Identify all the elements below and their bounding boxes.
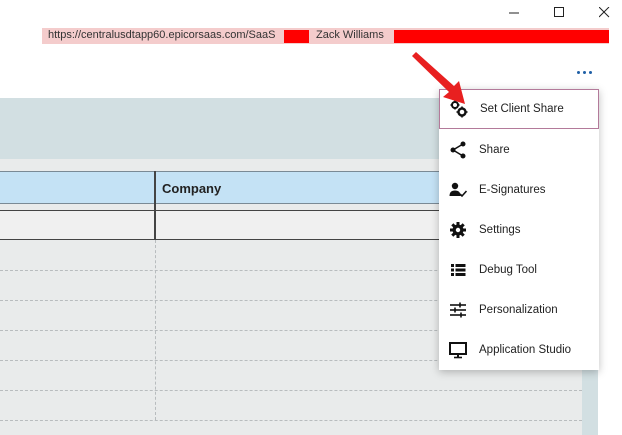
url-text: https://centralusdtapp60.epicorsaas.com/… <box>48 29 276 41</box>
close-icon <box>598 6 609 17</box>
pointer-arrow-icon <box>412 52 465 104</box>
menu-item-share[interactable]: Share <box>439 130 599 170</box>
dot-icon <box>576 70 580 74</box>
menu-item-label: Debug Tool <box>479 264 537 276</box>
menu-item-label: E-Signatures <box>479 184 546 196</box>
column-separator <box>155 240 156 420</box>
redaction-block <box>284 30 309 43</box>
share-icon <box>449 141 467 159</box>
more-options-button[interactable] <box>572 66 596 78</box>
gear-icon <box>449 221 467 239</box>
sliders-icon <box>449 301 467 319</box>
monitor-icon <box>449 341 467 359</box>
menu-item-label: Share <box>479 144 510 156</box>
menu-item-label: Personalization <box>479 304 558 316</box>
user-name: Zack Williams <box>316 29 384 41</box>
filter-row[interactable] <box>0 210 440 240</box>
menu-item-personalization[interactable]: Personalization <box>439 290 599 330</box>
menu-item-settings[interactable]: Settings <box>439 210 599 250</box>
menu-item-application-studio[interactable]: Application Studio <box>439 330 599 370</box>
menu-item-label: Application Studio <box>479 344 572 356</box>
maximize-button[interactable] <box>537 0 581 24</box>
minimize-icon <box>508 12 519 13</box>
menu-item-label: Set Client Share <box>480 103 564 115</box>
dot-icon <box>588 70 592 74</box>
overflow-menu: Set Client Share Share E-Signatures Sett… <box>439 89 599 370</box>
close-button[interactable] <box>582 0 622 24</box>
dot-icon <box>582 70 586 74</box>
menu-item-e-signatures[interactable]: E-Signatures <box>439 170 599 210</box>
column-divider[interactable] <box>154 171 156 240</box>
column-header-company[interactable]: Company <box>162 181 221 196</box>
list-icon <box>449 261 467 279</box>
menu-item-debug-tool[interactable]: Debug Tool <box>439 250 599 290</box>
table-row <box>0 420 582 421</box>
redaction-block <box>394 30 609 43</box>
minimize-button[interactable] <box>492 0 536 24</box>
table-row <box>0 390 582 391</box>
menu-item-label: Settings <box>479 224 521 236</box>
e-signature-icon <box>449 181 467 199</box>
maximize-icon <box>553 6 564 17</box>
